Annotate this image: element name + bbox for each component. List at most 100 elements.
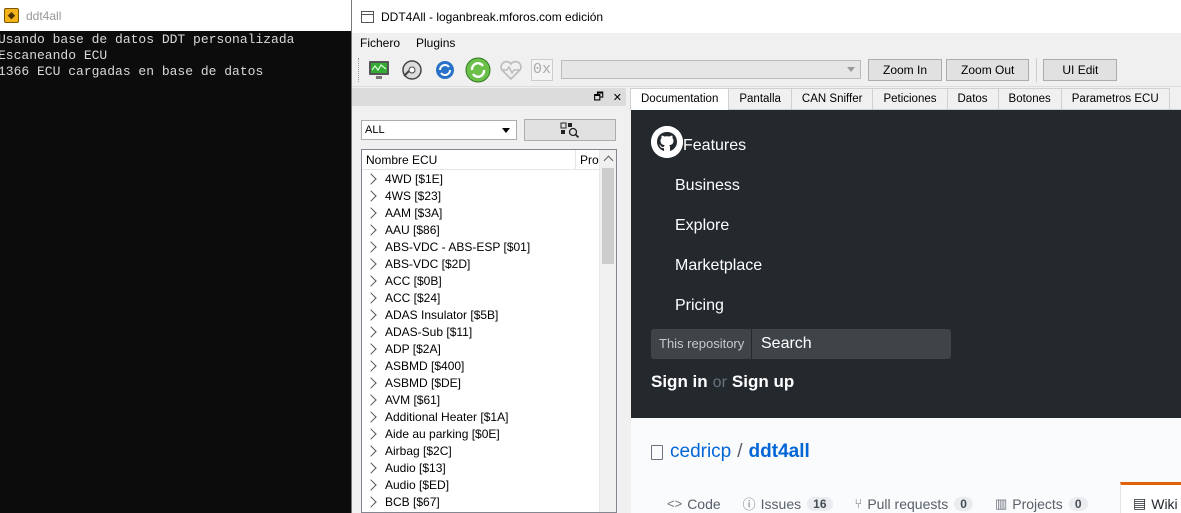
tree-row[interactable]: BCB [$67] [362, 493, 616, 510]
wrench-gear-icon[interactable] [399, 57, 425, 83]
chevron-right-icon[interactable] [365, 359, 377, 372]
sign-in-link[interactable]: Sign in [651, 372, 708, 391]
search-input[interactable]: Search [752, 329, 812, 359]
sign-up-link[interactable]: Sign up [732, 372, 794, 391]
tree-row[interactable]: ADAS Insulator [$5B] [362, 306, 616, 323]
heart-monitor-icon[interactable] [498, 57, 524, 83]
menu-plugins[interactable]: Plugins [416, 36, 455, 50]
ecu-name: Aide au parking [$0E] [385, 426, 500, 441]
float-icon[interactable]: 🗗 [593, 88, 603, 107]
chevron-right-icon[interactable] [365, 274, 377, 287]
repo-tab-label: Pull requests [867, 495, 949, 512]
chevron-right-icon[interactable] [365, 478, 377, 491]
chevron-right-icon[interactable] [365, 172, 377, 185]
tree-scrollbar[interactable] [599, 150, 616, 512]
chevron-right-icon[interactable] [365, 257, 377, 270]
ecu-filter-select[interactable]: ALL [361, 120, 517, 140]
tree-row[interactable]: Audio [$13] [362, 459, 616, 476]
tree-row[interactable]: 4WD [$1E] [362, 170, 616, 187]
tab-botones[interactable]: Botones [997, 88, 1062, 109]
repo-tab-code[interactable]: <> Code [667, 494, 721, 513]
ui-edit-button[interactable]: UI Edit [1043, 58, 1118, 81]
refresh-icon[interactable] [432, 57, 458, 83]
tree-row[interactable]: AAU [$86] [362, 221, 616, 238]
chevron-right-icon[interactable] [365, 495, 377, 508]
tree-row[interactable]: ADAS-Sub [$11] [362, 323, 616, 340]
tree-row[interactable]: Additional Heater [$1A] [362, 408, 616, 425]
tree-row[interactable]: 4WS [$23] [362, 187, 616, 204]
repo-tab-pull-requests[interactable]: ⑂ Pull requests 0 [855, 494, 973, 513]
column-header-pro[interactable]: Pro [576, 150, 600, 170]
tree-row[interactable]: Airbag [$2C] [362, 442, 616, 459]
tree-row[interactable]: ACC [$0B] [362, 272, 616, 289]
chevron-right-icon[interactable] [365, 342, 377, 355]
tab-pantalla[interactable]: Pantalla [728, 88, 792, 109]
chevron-right-icon[interactable] [365, 410, 377, 423]
toolbar-grip[interactable] [358, 57, 361, 82]
or-label: or [712, 374, 727, 391]
scroll-up-arrow[interactable] [600, 150, 616, 167]
tab-datos[interactable]: Datos [946, 88, 999, 109]
repo-owner-link[interactable]: cedricp [670, 441, 731, 463]
nav-pricing[interactable]: Pricing [675, 297, 724, 315]
close-icon[interactable]: ✕ [613, 91, 622, 104]
tree-row[interactable]: Aide au parking [$0E] [362, 425, 616, 442]
zoom-out-button[interactable]: Zoom Out [946, 58, 1030, 81]
ecu-name: BCB [$67] [385, 494, 440, 509]
chevron-right-icon[interactable] [365, 240, 377, 253]
tree-row[interactable]: ASBMD [$400] [362, 357, 616, 374]
ecu-name: ASBMD [$DE] [385, 375, 462, 390]
code-icon: <> [667, 496, 683, 511]
monitor-icon[interactable] [366, 57, 392, 83]
repo-tab-projects[interactable]: ▥ Projects 0 [995, 494, 1088, 513]
chevron-right-icon[interactable] [365, 325, 377, 338]
chevron-right-icon[interactable] [365, 444, 377, 457]
ecu-select-combo[interactable] [561, 60, 861, 79]
chevron-right-icon[interactable] [365, 308, 377, 321]
console-titlebar[interactable]: ◆ ddt4all [0, 0, 351, 31]
chevron-right-icon[interactable] [365, 393, 377, 406]
nav-features[interactable]: Features [683, 137, 746, 155]
zoom-in-button[interactable]: Zoom In [868, 58, 943, 81]
nav-explore[interactable]: Explore [675, 217, 729, 235]
ecu-name: ABS-VDC - ABS-ESP [$01] [385, 239, 531, 254]
github-logo-icon[interactable] [651, 126, 683, 158]
app-window: DDT4All - loganbreak.mforos.com edición … [351, 0, 1181, 513]
repo-tab-issues[interactable]: ⓘ Issues 16 [743, 494, 833, 513]
scan-search-button[interactable] [524, 119, 616, 141]
hex-label: 0x [532, 61, 551, 78]
tree-row[interactable]: ACC [$24] [362, 289, 616, 306]
tree-row[interactable]: ABS-VDC [$2D] [362, 255, 616, 272]
chevron-right-icon[interactable] [365, 189, 377, 202]
nav-marketplace[interactable]: Marketplace [675, 257, 762, 275]
chevron-right-icon[interactable] [365, 461, 377, 474]
tree-row[interactable]: ABS-VDC - ABS-ESP [$01] [362, 238, 616, 255]
chevron-right-icon[interactable] [365, 223, 377, 236]
chevron-right-icon[interactable] [365, 206, 377, 219]
repo-name-link[interactable]: ddt4all [749, 441, 810, 463]
repo-book-icon [651, 444, 663, 460]
tree-row[interactable]: ADP [$2A] [362, 340, 616, 357]
nav-business[interactable]: Business [675, 177, 740, 195]
app-titlebar[interactable]: DDT4All - loganbreak.mforos.com edición [352, 0, 1181, 33]
tab-can-sniffer[interactable]: CAN Sniffer [790, 88, 874, 109]
tree-row[interactable]: AVM [$61] [362, 391, 616, 408]
scroll-thumb[interactable] [602, 168, 614, 264]
menu-fichero[interactable]: Fichero [360, 36, 400, 50]
chevron-right-icon[interactable] [365, 291, 377, 304]
repo-tab-wiki[interactable]: ▤ Wiki [1120, 482, 1181, 513]
chevron-right-icon[interactable] [365, 376, 377, 389]
tree-row[interactable]: Audio [$ED] [362, 476, 616, 493]
ecu-tree[interactable]: Nombre ECU Pro 4WD [$1E] 4WS [$23] AAM [$3… [361, 149, 617, 513]
tab-peticiones[interactable]: Peticiones [872, 88, 948, 109]
tree-row[interactable]: ASBMD [$DE] [362, 374, 616, 391]
tab-documentation[interactable]: Documentation [630, 88, 730, 110]
sync-icon[interactable] [465, 57, 491, 83]
column-header-name[interactable]: Nombre ECU [362, 150, 576, 169]
hex-icon[interactable]: 0x [531, 58, 553, 81]
tree-row[interactable]: AAM [$3A] [362, 204, 616, 221]
tab-parametros-ecu[interactable]: Parametros ECU [1060, 88, 1170, 109]
repo-title: cedricp / ddt4all [651, 441, 810, 463]
console-line: 1366 ECU cargadas en base de datos [0, 64, 264, 79]
chevron-right-icon[interactable] [365, 427, 377, 440]
